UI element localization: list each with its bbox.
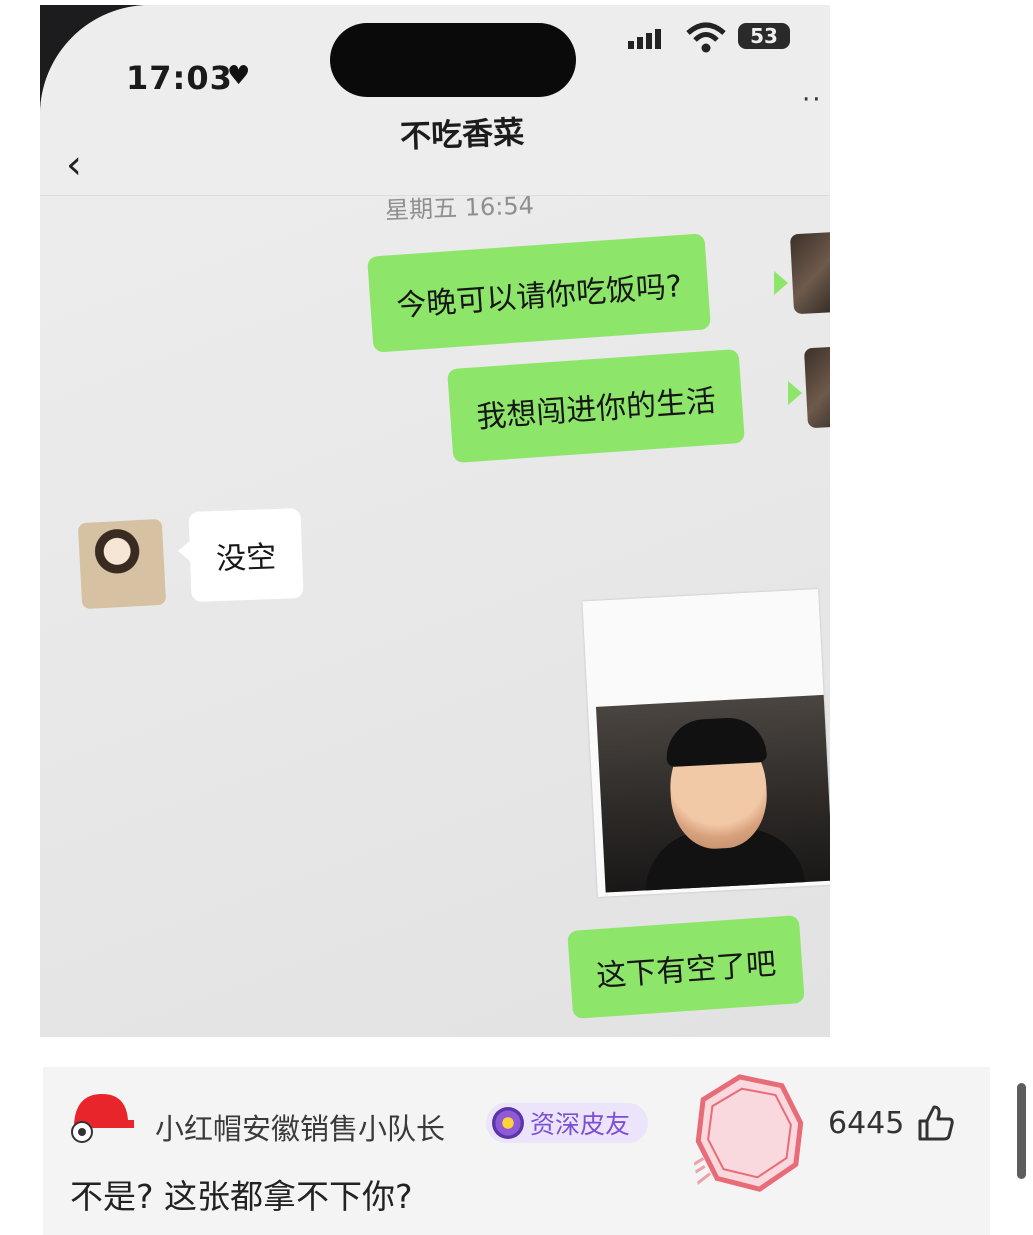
thumbs-up-icon[interactable] — [916, 1103, 956, 1143]
badge-label: 资深皮友 — [530, 1110, 631, 1139]
message-bubble-sent[interactable]: 我想闯进你的生活 — [447, 348, 745, 464]
battery-indicator: 53 — [738, 23, 790, 49]
like-count: 6445 — [828, 1106, 905, 1141]
message-text: 没空 — [215, 539, 277, 578]
bubble-tail — [788, 381, 802, 405]
message-bubble-received[interactable]: 没空 — [188, 508, 304, 602]
user-level-badge: 资深皮友 — [486, 1103, 649, 1143]
dynamic-island — [330, 23, 576, 97]
scrollbar[interactable] — [1017, 1083, 1026, 1179]
phone-screen: 17:03 ♥ 53 ·· ‹ 不吃香菜 星期五 16:54 今晚可以请你吃饭吗… — [40, 5, 830, 1037]
comment-body: 不是? 这张都拿不下你? — [70, 1177, 413, 1216]
contact-avatar[interactable] — [77, 518, 167, 610]
chat-title: 不吃香菜 — [399, 114, 525, 156]
god-comment-stamp-icon — [679, 1074, 804, 1201]
message-bubble-sent[interactable]: 这下有空了吧 — [567, 915, 805, 1019]
wifi-icon — [686, 22, 726, 53]
message-text: 我想闯进你的生活 — [475, 383, 718, 436]
photo-person-hair — [664, 715, 768, 768]
chat-screenshot-photo: 17:03 ♥ 53 ·· ‹ 不吃香菜 星期五 16:54 今晚可以请你吃饭吗… — [40, 5, 830, 1037]
user-avatar-red-hat-icon[interactable] — [68, 1090, 134, 1144]
my-avatar[interactable] — [803, 345, 830, 429]
heart-icon: ♥ — [227, 61, 251, 91]
back-chevron-icon[interactable]: ‹ — [66, 145, 82, 185]
selfie-photo — [595, 694, 830, 893]
badge-emblem-icon — [492, 1107, 524, 1139]
comment-username[interactable]: 小红帽安徽销售小队长 — [155, 1106, 445, 1148]
message-timestamp: 星期五 16:54 — [384, 191, 535, 225]
message-text: 今晚可以请你吃饭吗? — [395, 269, 684, 324]
image-message[interactable] — [582, 589, 830, 897]
message-text: 这下有空了吧 — [595, 946, 778, 995]
status-time: 17:03 — [126, 59, 233, 97]
message-bubble-sent[interactable]: 今晚可以请你吃饭吗? — [367, 233, 711, 353]
my-avatar[interactable] — [789, 231, 830, 315]
more-options-icon[interactable]: ·· — [802, 85, 823, 115]
bubble-tail — [774, 271, 788, 295]
signal-icon — [628, 29, 661, 49]
